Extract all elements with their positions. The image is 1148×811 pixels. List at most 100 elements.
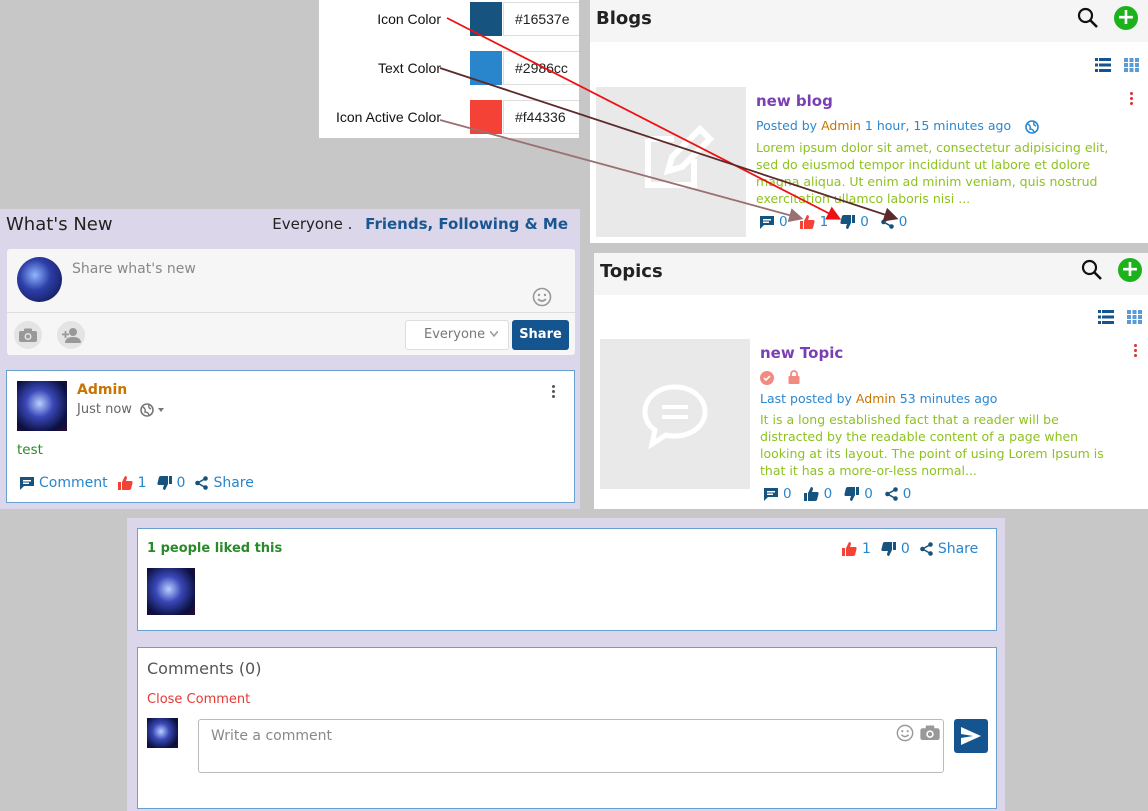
commenter-avatar xyxy=(147,718,178,748)
color-swatch[interactable] xyxy=(470,51,502,85)
blog-likes-stat[interactable]: 1 xyxy=(799,214,828,230)
post-time-text: Just now xyxy=(77,402,132,417)
topic-dislikes-stat[interactable]: 0 xyxy=(844,486,873,502)
share-icon xyxy=(195,476,209,490)
topics-title: Topics xyxy=(600,261,663,282)
dislike-count: 0 xyxy=(900,541,910,557)
dislike-count: 0 xyxy=(176,475,186,491)
lock-icon xyxy=(788,370,800,384)
likes-summary[interactable]: 1 people liked this xyxy=(147,541,282,556)
blog-thumbnail[interactable] xyxy=(596,87,746,237)
color-hex-value[interactable]: #f44336 xyxy=(503,100,579,134)
topic-likes-stat[interactable]: 0 xyxy=(803,486,832,502)
share-icon xyxy=(880,215,894,229)
send-comment-button[interactable] xyxy=(954,719,988,753)
whats-new-title: What's New xyxy=(6,214,113,235)
legend-row-text-color: Text Color #2986cc xyxy=(319,51,579,85)
post-time: Just now xyxy=(77,402,165,417)
search-icon[interactable] xyxy=(1080,258,1104,282)
tag-friend-button[interactable] xyxy=(57,321,85,349)
chevron-down-icon xyxy=(490,331,498,337)
post-author[interactable]: Admin xyxy=(77,382,127,398)
post-more-icon[interactable] xyxy=(552,385,556,400)
blog-more-icon[interactable] xyxy=(1130,92,1134,107)
globe-icon[interactable] xyxy=(140,402,165,417)
close-comment-link[interactable]: Close Comment xyxy=(147,692,250,707)
share-label: Share xyxy=(937,541,979,557)
like-button[interactable]: 1 xyxy=(842,541,871,557)
blogs-title: Blogs xyxy=(596,8,652,29)
post-detail-panel: 1 people liked this 1 0 Share Comments (… xyxy=(127,518,1005,811)
blog-author[interactable]: Admin xyxy=(821,118,861,133)
color-hex-value[interactable]: #2986cc xyxy=(503,51,579,85)
camera-button[interactable] xyxy=(14,321,42,349)
globe-icon xyxy=(1025,119,1039,134)
color-hex-value[interactable]: #16537e xyxy=(503,2,579,36)
emoji-icon[interactable] xyxy=(532,287,552,307)
filter-friends-following[interactable]: Friends, Following & Me xyxy=(365,215,568,233)
share-count: 0 xyxy=(898,214,908,230)
share-button[interactable]: Share xyxy=(512,320,569,350)
likes-box-actions: 1 0 Share xyxy=(842,541,978,557)
blog-shares-stat[interactable]: 0 xyxy=(880,214,908,230)
filter-everyone[interactable]: Everyone xyxy=(272,215,343,233)
blog-comments-stat[interactable]: 0 xyxy=(760,214,788,230)
thumbs-down-icon xyxy=(156,476,172,490)
list-view-icon[interactable] xyxy=(1095,58,1111,72)
add-person-icon xyxy=(62,328,81,343)
topics-panel: Topics + new Topic Last posted by Admin … xyxy=(594,253,1148,509)
camera-icon xyxy=(19,328,37,342)
topic-status-icon xyxy=(760,371,774,385)
whats-new-panel: What's New Everyone . Friends, Following… xyxy=(0,209,580,509)
topic-comments-stat[interactable]: 0 xyxy=(764,486,792,502)
topic-author[interactable]: Admin xyxy=(856,391,896,406)
dislike-button[interactable]: 0 xyxy=(881,541,910,557)
camera-icon[interactable] xyxy=(920,725,940,740)
grid-view-icon[interactable] xyxy=(1124,58,1139,72)
color-swatch[interactable] xyxy=(470,100,502,134)
comment-count: 0 xyxy=(783,486,792,502)
list-view-icon[interactable] xyxy=(1098,310,1114,324)
topic-stats: 0 0 0 0 xyxy=(764,486,911,502)
post-share-button[interactable]: Share xyxy=(195,475,254,491)
color-legend: Icon Color #16537e Text Color #2986cc Ic… xyxy=(319,0,579,138)
feed-post: Admin Just now test Comment 1 0 Share xyxy=(6,370,575,503)
emoji-icon[interactable] xyxy=(896,724,914,742)
search-icon[interactable] xyxy=(1076,6,1100,30)
comment-input[interactable]: Write a comment xyxy=(198,719,944,773)
share-button[interactable]: Share xyxy=(920,541,978,557)
topic-thumbnail[interactable] xyxy=(600,339,750,489)
add-topic-icon[interactable]: + xyxy=(1118,258,1142,282)
blog-meta: Posted by Admin 1 hour, 15 minutes ago xyxy=(756,118,1039,134)
privacy-select[interactable]: Everyone xyxy=(405,320,509,350)
privacy-select-value: Everyone xyxy=(424,327,486,342)
like-count: 1 xyxy=(137,475,147,491)
comment-button[interactable]: Comment xyxy=(20,475,108,491)
post-avatar[interactable] xyxy=(17,381,67,431)
topic-description: It is a long established fact that a rea… xyxy=(760,412,1104,478)
topic-shares-stat[interactable]: 0 xyxy=(884,486,911,502)
thumbs-down-icon xyxy=(840,215,856,229)
add-blog-icon[interactable]: + xyxy=(1114,6,1138,30)
thumbs-up-icon xyxy=(117,476,133,490)
topics-header: Topics + xyxy=(594,253,1148,295)
comment-icon xyxy=(764,487,778,501)
blog-item-title[interactable]: new blog xyxy=(756,92,833,110)
legend-label: Text Color xyxy=(377,60,441,76)
like-button[interactable]: 1 xyxy=(117,475,147,491)
dislike-button[interactable]: 0 xyxy=(156,475,186,491)
color-swatch[interactable] xyxy=(470,2,502,36)
legend-label: Icon Active Color xyxy=(335,109,441,125)
liker-avatar[interactable] xyxy=(147,568,195,615)
topic-more-icon[interactable] xyxy=(1134,344,1138,359)
comment-label: Comment xyxy=(39,475,108,491)
topic-item-title[interactable]: new Topic xyxy=(760,344,843,362)
thumbs-up-icon xyxy=(803,487,819,501)
like-count: 1 xyxy=(862,541,871,557)
legend-label: Icon Color xyxy=(377,11,441,27)
send-icon xyxy=(961,727,981,745)
grid-view-icon[interactable] xyxy=(1127,310,1142,324)
composer-input[interactable]: Share what's new xyxy=(72,261,196,277)
post-composer: Share what's new Everyone Share xyxy=(7,249,575,355)
blog-dislikes-stat[interactable]: 0 xyxy=(840,214,869,230)
